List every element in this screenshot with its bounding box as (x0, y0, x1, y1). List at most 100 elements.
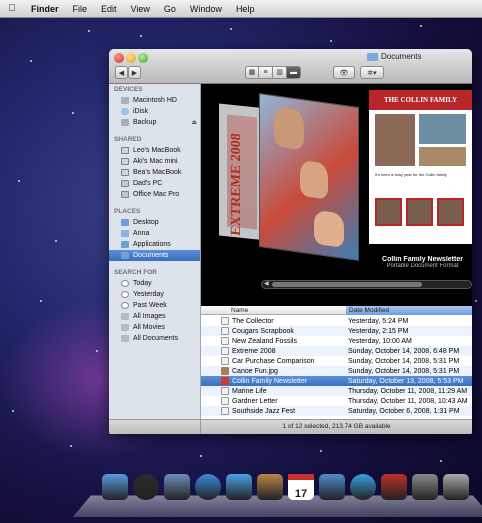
cover-collin-family-newsletter[interactable]: THE COLLIN FAMILY It's been a busy year … (369, 90, 472, 244)
file-name: Canoe Fun.jpg (232, 367, 278, 375)
sidebar-header-shared: SHARED (114, 136, 142, 143)
sidebar-item-desktop[interactable]: Desktop (109, 217, 200, 228)
external-disk-icon (121, 119, 129, 126)
eject-icon[interactable]: ⏏ (191, 119, 197, 126)
menu-help[interactable]: Help (229, 4, 262, 14)
forward-button[interactable]: ▶ (128, 66, 141, 79)
cover-flow-scrollbar[interactable]: ◀ (261, 280, 472, 289)
menu-window[interactable]: Window (183, 4, 229, 14)
window-title: Documents (367, 52, 421, 61)
cover-flow-view-button[interactable]: ▬ (287, 66, 301, 79)
scrollbar-thumb[interactable] (272, 282, 422, 287)
home-icon (121, 230, 129, 237)
applications-folder-icon (121, 241, 129, 248)
sidebar-item-leos-macbook[interactable]: Leo's MacBook (109, 145, 200, 156)
sidebar-item-documents[interactable]: Documents (109, 250, 200, 261)
menu-edit[interactable]: Edit (94, 4, 124, 14)
sidebar-item-office-mac-pro[interactable]: Office Mac Pro (109, 189, 200, 200)
table-row[interactable]: Gardner Letter Thursday, October 11, 2008… (201, 396, 472, 406)
file-date-modified: Yesterday, 10:00 AM (348, 337, 412, 345)
file-date-modified: Sunday, October 14, 2008, 5:31 PM (348, 357, 460, 365)
newsletter-thumb (437, 198, 464, 226)
file-name: Marine Life (232, 387, 267, 395)
sidebar-item-anna[interactable]: Anna (109, 228, 200, 239)
quick-look-button[interactable]: 👁 (333, 66, 355, 79)
table-row[interactable]: Extreme 2008 Sunday, October 14, 2008, 6:… (201, 346, 472, 356)
sidebar-item-backup[interactable]: Backup ⏏ (109, 117, 200, 128)
sidebar-item-beas-macbook[interactable]: Bea's MacBook (109, 167, 200, 178)
table-row[interactable]: New Zealand Fossils Yesterday, 10:00 AM (201, 336, 472, 346)
minimize-button[interactable] (126, 53, 136, 63)
sidebar-item-label: Applications (133, 241, 171, 248)
file-name: Extreme 2008 (232, 347, 276, 355)
file-name: Cougars Scrapbook (232, 327, 294, 335)
table-row[interactable]: Marine Life Thursday, October 11, 2008, 1… (201, 386, 472, 396)
ical-icon[interactable]: 17 (288, 474, 314, 500)
dashboard-icon[interactable] (133, 474, 159, 500)
apple-menu-icon[interactable]:  (0, 3, 24, 14)
cover-canoe-photo[interactable] (259, 92, 359, 262)
sidebar-item-label: Bea's MacBook (133, 169, 182, 176)
document-file-icon (221, 317, 229, 325)
sidebar-item-label: Anna (133, 230, 150, 237)
cover-flow-pane[interactable]: EXTREME 2008 THE COLLIN FAMILY It's been… (201, 84, 472, 306)
photo-person (274, 106, 304, 151)
safari-icon[interactable] (195, 474, 221, 500)
sidebar-item-dads-pc[interactable]: Dad's PC (109, 178, 200, 189)
network-icon[interactable] (443, 474, 469, 500)
finder-icon[interactable] (102, 474, 128, 500)
ichat-icon[interactable] (226, 474, 252, 500)
action-menu-button[interactable]: ✲▾ (360, 66, 384, 79)
newsletter-photo (375, 114, 415, 166)
sidebar-item-all-images[interactable]: All Images (109, 311, 200, 322)
sidebar-item-past-week[interactable]: Past Week (109, 300, 200, 311)
table-row[interactable]: Southside Jazz Fest Saturday, October 6, … (201, 406, 472, 416)
itunes-icon[interactable] (350, 474, 376, 500)
table-row[interactable]: The Collector Yesterday, 5:24 PM (201, 316, 472, 326)
photo-booth-icon[interactable] (381, 474, 407, 500)
list-view-button[interactable]: ≡ (259, 66, 273, 79)
cover-caption-title: Collin Family Newsletter (382, 256, 463, 263)
address-book-icon[interactable] (257, 474, 283, 500)
table-row[interactable]: Collin Family Newsletter Saturday, Octobe… (201, 376, 472, 386)
table-row[interactable]: Canoe Fun.jpg Sunday, October 14, 2008, 5… (201, 366, 472, 376)
menu-file[interactable]: File (66, 4, 95, 14)
newsletter-thumb (375, 198, 402, 226)
sidebar-item-akis-mac-mini[interactable]: Aki's Mac mini (109, 156, 200, 167)
column-view-button[interactable]: ▥ (273, 66, 287, 79)
status-bar: 1 of 12 selected, 213.74 GB available (201, 419, 472, 434)
sidebar-item-today[interactable]: Today (109, 278, 200, 289)
sidebar-item-label: Documents (133, 252, 169, 259)
sidebar-item-applications[interactable]: Applications (109, 239, 200, 250)
sidebar-header-devices: DEVICES (114, 86, 143, 93)
sidebar-item-yesterday[interactable]: Yesterday (109, 289, 200, 300)
iphoto-icon[interactable] (319, 474, 345, 500)
sidebar-item-all-movies[interactable]: All Movies (109, 322, 200, 333)
back-button[interactable]: ◀ (115, 66, 128, 79)
close-button[interactable] (114, 53, 124, 63)
sidebar-item-label: Aki's Mac mini (133, 158, 178, 165)
document-file-icon (221, 337, 229, 345)
sidebar-item-all-documents[interactable]: All Documents (109, 333, 200, 344)
sidebar-item-macintosh-hd[interactable]: Macintosh HD (109, 95, 200, 106)
menu-go[interactable]: Go (157, 4, 183, 14)
scroll-left-icon[interactable]: ◀ (264, 280, 269, 287)
sidebar-item-label: Dad's PC (133, 180, 163, 187)
menu-view[interactable]: View (124, 4, 157, 14)
mail-stamp-icon[interactable] (164, 474, 190, 500)
sidebar-item-idisk[interactable]: iDisk (109, 106, 200, 117)
image-file-icon (221, 367, 229, 375)
zoom-button[interactable] (138, 53, 148, 63)
menu-finder[interactable]: Finder (24, 4, 66, 14)
newsletter-masthead: THE COLLIN FAMILY (369, 90, 472, 110)
table-row[interactable]: Cougars Scrapbook Yesterday, 2:15 PM (201, 326, 472, 336)
icon-view-button[interactable]: ▦ (245, 66, 259, 79)
file-name: Collin Family Newsletter (232, 377, 308, 385)
window-titlebar[interactable]: Documents ◀ ▶ ▦ ≡ ▥ ▬ 👁 ✲▾ (109, 49, 472, 84)
preview-icon[interactable] (412, 474, 438, 500)
column-name[interactable]: Name (231, 307, 248, 314)
table-row[interactable]: Car Purchase Comparison Sunday, October 1… (201, 356, 472, 366)
column-date-modified[interactable]: Date Modified (346, 306, 472, 315)
sidebar-item-label: Leo's MacBook (133, 147, 181, 154)
hard-disk-icon (121, 97, 129, 104)
